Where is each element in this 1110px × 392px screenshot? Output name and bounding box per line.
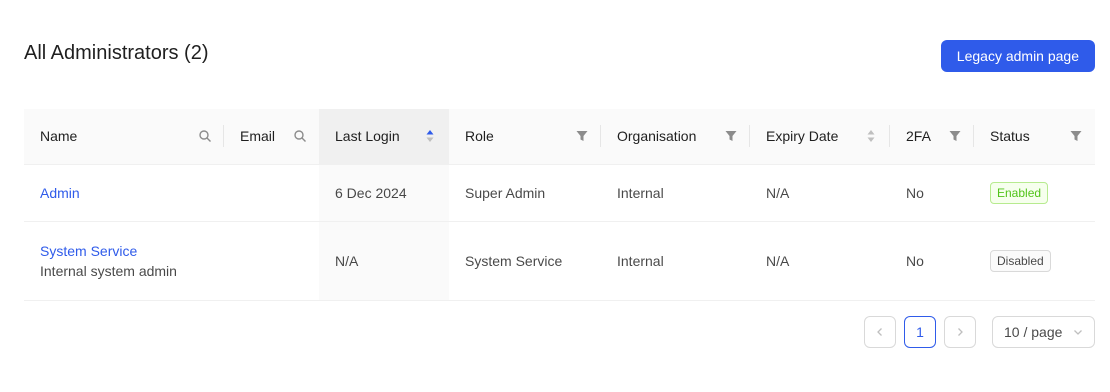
column-label: Organisation (617, 128, 697, 145)
legacy-admin-page-button[interactable]: Legacy admin page (940, 40, 1095, 72)
cell-last-login: N/A (319, 221, 449, 301)
admin-subtitle: Internal system admin (40, 262, 177, 279)
page-number-button[interactable]: 1 (904, 316, 936, 348)
column-label: Last Login (335, 128, 400, 145)
column-header-2fa[interactable]: 2FA (890, 109, 974, 165)
filter-icon[interactable] (575, 129, 589, 143)
search-icon[interactable] (198, 129, 212, 143)
cell-name: System Service Internal system admin (24, 221, 224, 301)
sort-icon[interactable] (423, 129, 437, 143)
cell-expiry-date: N/A (750, 164, 890, 222)
search-icon[interactable] (293, 129, 307, 143)
admin-name-link[interactable]: Admin (40, 185, 80, 201)
cell-role: System Service (449, 221, 601, 301)
cell-status: Enabled (974, 164, 1095, 222)
cell-last-login: 6 Dec 2024 (319, 164, 449, 222)
chevron-left-icon (877, 328, 882, 336)
cell-email (224, 164, 319, 222)
chevron-down-icon (1074, 330, 1082, 335)
column-header-expiry-date[interactable]: Expiry Date (750, 109, 890, 165)
cell-role: Super Admin (449, 164, 601, 222)
cell-2fa: No (890, 164, 974, 222)
column-label: Email (240, 128, 276, 145)
cell-2fa: No (890, 221, 974, 301)
page-title: All Administrators (2) (24, 42, 209, 64)
column-label: Role (465, 128, 494, 145)
cell-email (224, 221, 319, 301)
cell-organisation: Internal (601, 221, 750, 301)
cell-status: Disabled (974, 221, 1095, 301)
column-header-role[interactable]: Role (449, 109, 601, 165)
column-header-status[interactable]: Status (974, 109, 1095, 165)
column-label: Name (40, 128, 78, 145)
column-header-last-login[interactable]: Last Login (319, 109, 449, 165)
sort-icon[interactable] (864, 129, 878, 143)
cell-organisation: Internal (601, 164, 750, 222)
filter-icon[interactable] (724, 129, 738, 143)
status-badge: Disabled (990, 249, 1051, 272)
table-row: System Service Internal system admin N/A… (24, 221, 1095, 301)
column-label: 2FA (906, 128, 931, 145)
column-header-name[interactable]: Name (24, 109, 224, 165)
page-size-select[interactable]: 10 / page (992, 316, 1095, 348)
next-page-button[interactable] (944, 316, 976, 348)
cell-expiry-date: N/A (750, 221, 890, 301)
administrators-table: Name Email Last Login Role Organisation (24, 109, 1095, 301)
column-label: Expiry Date (766, 128, 839, 145)
column-header-email[interactable]: Email (224, 109, 319, 165)
chevron-right-icon (958, 328, 963, 336)
admin-name-link[interactable]: System Service (40, 243, 208, 259)
status-badge: Enabled (990, 181, 1049, 204)
page-header: All Administrators (2) Legacy admin page (24, 40, 1095, 72)
filter-icon[interactable] (948, 129, 962, 143)
table-header-row: Name Email Last Login Role Organisation (24, 109, 1095, 165)
page-size-value: 10 / page (1004, 324, 1063, 340)
filter-icon[interactable] (1069, 129, 1083, 143)
column-label: Status (990, 128, 1030, 145)
column-header-organisation[interactable]: Organisation (601, 109, 750, 165)
table-row: Admin 6 Dec 2024 Super Admin Internal N/… (24, 164, 1095, 222)
previous-page-button[interactable] (864, 316, 896, 348)
cell-name: Admin (24, 164, 224, 222)
